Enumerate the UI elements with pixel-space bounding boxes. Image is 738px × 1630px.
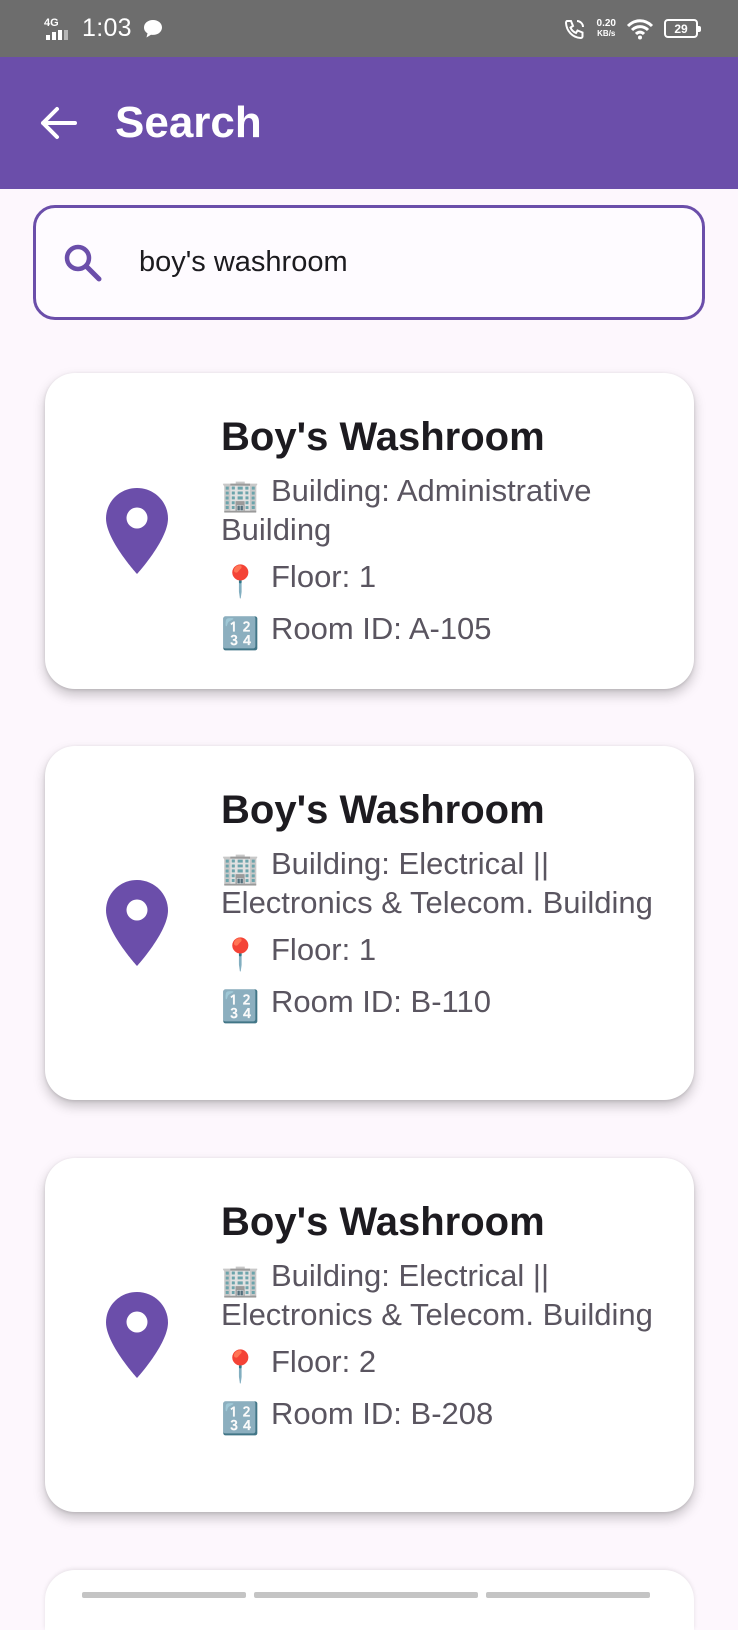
cellular-signal-icon: 4G <box>44 16 72 40</box>
pushpin-icon: 📍 <box>221 564 260 599</box>
result-room-text: Room ID: B-208 <box>271 1396 494 1431</box>
result-card[interactable]: Boy's Washroom 🏢 Building: Electrical ||… <box>45 746 694 1100</box>
wifi-calling-icon <box>564 19 584 39</box>
result-building-text: Building: Administrative Building <box>221 473 592 547</box>
result-building: 🏢 Building: Electrical || Electronics & … <box>221 1256 654 1334</box>
status-bar-left: 4G 1:03 <box>44 14 164 43</box>
numbers-icon: 🔢 <box>221 989 260 1024</box>
result-floor: 📍 Floor: 1 <box>221 930 654 974</box>
result-room: 🔢 Room ID: B-110 <box>221 982 654 1026</box>
network-type: 4G <box>44 16 59 29</box>
status-bar: 4G 1:03 0.20 KB/s 29 <box>0 0 738 57</box>
result-floor: 📍 Floor: 1 <box>221 557 654 601</box>
result-details: Boy's Washroom 🏢 Building: Electrical ||… <box>221 786 654 1026</box>
result-details: Boy's Washroom 🏢 Building: Administrativ… <box>221 413 654 653</box>
result-room-text: Room ID: B-110 <box>271 984 491 1019</box>
loading-bar <box>82 1592 246 1598</box>
battery-level: 29 <box>674 21 688 36</box>
result-floor-text: Floor: 2 <box>271 1344 377 1379</box>
result-building: 🏢 Building: Electrical || Electronics & … <box>221 844 654 922</box>
result-building: 🏢 Building: Administrative Building <box>221 471 654 549</box>
loading-bar <box>254 1592 478 1598</box>
result-room-text: Room ID: A-105 <box>271 611 492 646</box>
result-card[interactable]: Boy's Washroom 🏢 Building: Electrical ||… <box>45 1158 694 1512</box>
pushpin-icon: 📍 <box>221 937 260 972</box>
result-card-partial[interactable] <box>45 1570 694 1630</box>
numbers-icon: 🔢 <box>221 1401 260 1436</box>
numbers-icon: 🔢 <box>221 616 260 651</box>
search-field[interactable] <box>33 205 705 320</box>
app-bar: Search <box>0 57 738 189</box>
result-floor: 📍 Floor: 2 <box>221 1342 654 1386</box>
status-time: 1:03 <box>82 14 132 42</box>
result-building-text: Building: Electrical || Electronics & Te… <box>221 1258 653 1332</box>
back-button[interactable] <box>28 93 88 153</box>
search-input[interactable] <box>139 246 659 279</box>
network-speed-unit: KB/s <box>597 28 616 38</box>
result-title: Boy's Washroom <box>221 415 545 459</box>
network-speed: 0.20 KB/s <box>596 17 616 39</box>
pushpin-icon: 📍 <box>221 1349 260 1384</box>
arrow-left-icon <box>41 107 77 139</box>
loading-bar <box>486 1592 650 1598</box>
battery-icon: 29 <box>664 19 701 38</box>
result-card[interactable]: Boy's Washroom 🏢 Building: Administrativ… <box>45 373 694 689</box>
result-title: Boy's Washroom <box>221 1200 545 1244</box>
status-bar-right: 0.20 KB/s 29 <box>563 17 701 40</box>
result-title: Boy's Washroom <box>221 788 545 832</box>
result-details: Boy's Washroom 🏢 Building: Electrical ||… <box>221 1198 654 1438</box>
location-pin-icon <box>106 880 168 966</box>
result-room: 🔢 Room ID: A-105 <box>221 609 654 653</box>
location-pin-icon <box>106 488 168 574</box>
network-speed-value: 0.20 <box>596 17 616 29</box>
result-building-text: Building: Electrical || Electronics & Te… <box>221 846 653 920</box>
search-icon <box>64 244 102 281</box>
location-pin-icon <box>106 1292 168 1378</box>
wifi-icon <box>626 18 654 39</box>
result-room: 🔢 Room ID: B-208 <box>221 1394 654 1438</box>
page-title: Search <box>115 98 262 147</box>
result-floor-text: Floor: 1 <box>271 932 377 967</box>
message-icon <box>143 19 162 37</box>
result-floor-text: Floor: 1 <box>271 559 377 594</box>
